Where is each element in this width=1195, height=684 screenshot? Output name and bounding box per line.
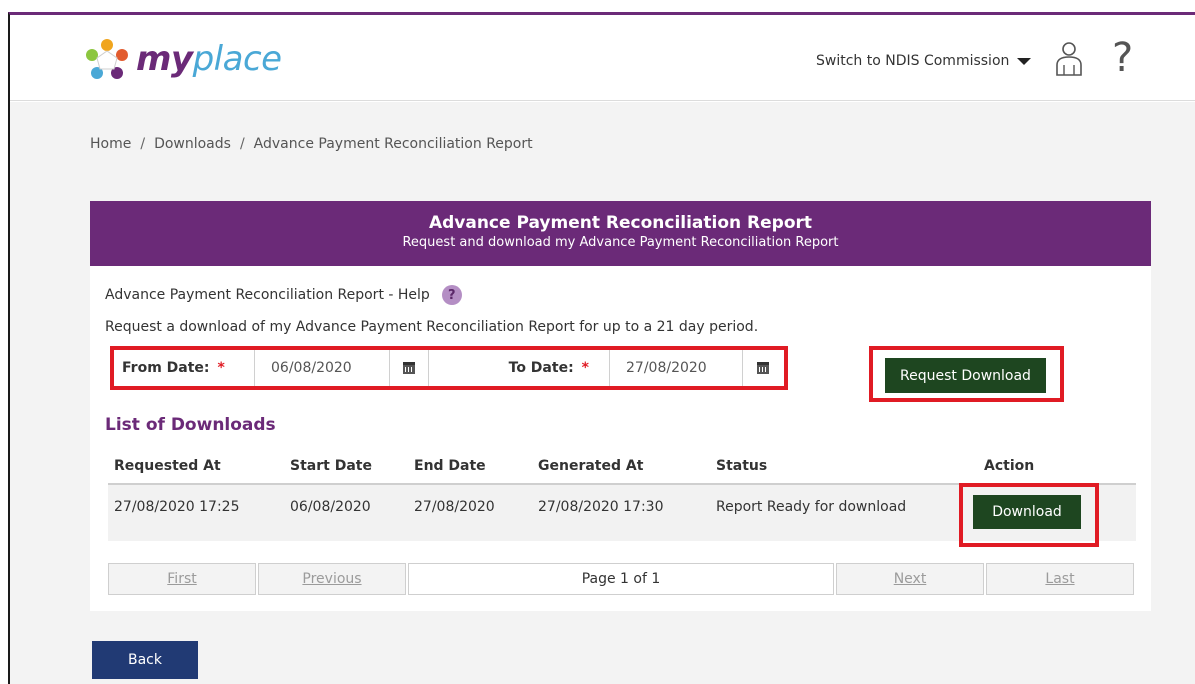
app-window: myplace Switch to NDIS Commission ? Home… [8,12,1195,684]
back-button[interactable]: Back [92,641,198,679]
page-title: Advance Payment Reconciliation Report [428,213,813,233]
from-date-input[interactable]: 06/08/2020 [254,350,389,386]
panel-header: Advance Payment Reconciliation Report Re… [90,201,1151,266]
request-download-button[interactable]: Request Download [885,358,1046,393]
from-date-label-text: From Date: [122,360,210,376]
help-icon[interactable]: ? [1112,35,1133,81]
table-header: Requested At Start Date End Date Generat… [108,449,1136,485]
col-status: Status [716,458,768,474]
col-start-date: Start Date [290,458,372,474]
col-requested-at: Requested At [114,458,221,474]
myplace-logo-icon [86,39,128,79]
col-generated-at: Generated At [538,458,644,474]
report-panel: Advance Payment Reconciliation Report Re… [90,201,1151,611]
logo-text: myplace [136,42,282,76]
breadcrumb-home[interactable]: Home [90,136,131,152]
help-badge-icon[interactable]: ? [441,285,462,305]
breadcrumb-current: Advance Payment Reconciliation Report [253,136,533,152]
help-line: Advance Payment Reconciliation Report - … [105,285,462,305]
pagination: First Previous Page 1 of 1 Next Last [108,563,1136,597]
logo-text-place: place [192,39,282,79]
breadcrumb-separator: / [140,136,146,152]
user-icon[interactable] [1054,41,1084,77]
from-date-label: From Date: * [122,350,250,386]
download-highlight: Download [959,483,1099,547]
page-subtitle: Request and download my Advance Payment … [402,235,839,250]
pager-previous[interactable]: Previous [258,563,406,595]
from-date-calendar-button[interactable] [389,350,429,386]
pager-first[interactable]: First [108,563,256,595]
description-text: Request a download of my Advance Payment… [105,319,759,335]
cell-generated-at: 27/08/2020 17:30 [538,499,664,515]
cell-start-date: 06/08/2020 [290,499,371,515]
breadcrumb: Home / Downloads / Advance Payment Reconcili… [90,136,533,152]
switch-portal-dropdown[interactable]: Switch to NDIS Commission [816,53,1032,69]
calendar-icon [403,362,415,374]
to-date-label-text: To Date: [508,360,574,376]
required-mark: * [581,360,589,376]
caret-down-icon [1017,57,1032,65]
pager-info: Page 1 of 1 [408,563,834,595]
required-mark: * [217,360,225,376]
breadcrumb-downloads[interactable]: Downloads [154,136,231,152]
calendar-icon [756,362,769,374]
request-download-highlight: Request Download [869,346,1064,402]
switch-portal-label: Switch to NDIS Commission [816,53,1010,69]
pager-next[interactable]: Next [836,563,984,595]
logo-text-my: my [136,39,193,79]
myplace-logo[interactable]: myplace [84,37,282,81]
breadcrumb-separator: / [239,136,245,152]
download-button[interactable]: Download [973,495,1081,529]
pager-last[interactable]: Last [986,563,1134,595]
cell-status: Report Ready for download [716,499,907,515]
to-date-label: To Date: * [469,350,609,386]
col-action: Action [984,458,1035,474]
site-header: myplace Switch to NDIS Commission ? [10,15,1195,101]
to-date-input[interactable]: 27/08/2020 [609,350,742,386]
col-end-date: End Date [414,458,486,474]
cell-end-date: 27/08/2020 [414,499,495,515]
help-text: Advance Payment Reconciliation Report - … [105,287,430,303]
to-date-calendar-button[interactable] [742,350,782,386]
downloads-list-title: List of Downloads [105,415,276,435]
date-range-form: From Date: * 06/08/2020 To Date: * 27/08/2… [110,346,788,390]
cell-requested-at: 27/08/2020 17:25 [114,499,240,515]
